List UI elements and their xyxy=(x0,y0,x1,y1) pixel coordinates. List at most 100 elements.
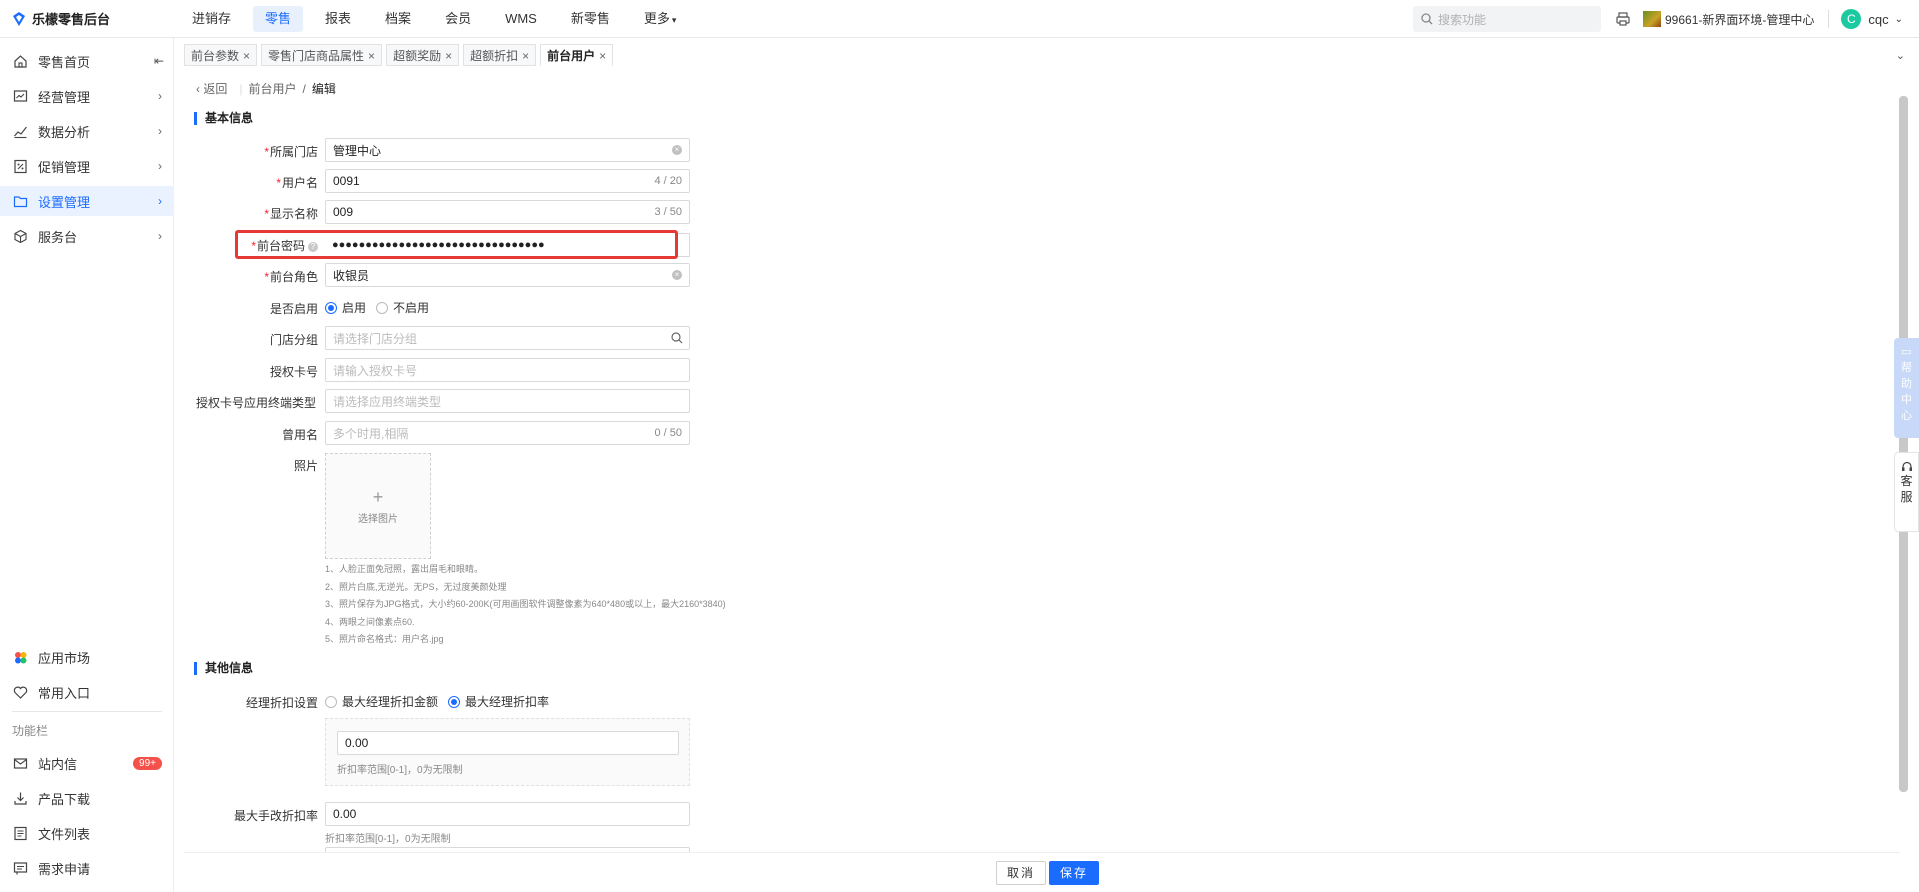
cancel-button[interactable]: 取消 xyxy=(996,861,1047,885)
sidebar-item-label: 服务台 xyxy=(38,229,78,245)
topnav-member[interactable]: 会员 xyxy=(433,6,483,32)
breadcrumb-parent[interactable]: 前台用户 xyxy=(248,80,296,97)
max-amount-option[interactable]: 最大经理折扣金额 xyxy=(325,693,438,710)
chevron-down-icon[interactable]: ⌄ xyxy=(1896,49,1905,62)
sidebar-item-label: 零售首页 xyxy=(38,54,91,70)
sidebar-item-favorites[interactable]: 常用入口 xyxy=(0,677,174,707)
tab-store-product-attr[interactable]: 零售门店商品属性 × xyxy=(261,44,383,66)
card-number-input[interactable]: 请输入授权卡号 xyxy=(325,358,690,382)
scrollbar[interactable] xyxy=(1899,96,1908,792)
tab-excess-discount[interactable]: 超额折扣 × xyxy=(463,44,537,66)
enabled-on-option[interactable]: 启用 xyxy=(325,299,366,316)
store-group-select[interactable]: 请选择门店分组 xyxy=(325,326,690,350)
card-placeholder: 请输入授权卡号 xyxy=(333,363,418,378)
sidebar-item-file-list[interactable]: 文件列表 xyxy=(0,818,174,848)
app-logo[interactable]: 乐檬零售后台 xyxy=(0,9,180,28)
sidebar-item-label: 文件列表 xyxy=(38,826,91,842)
close-icon[interactable]: × xyxy=(522,49,529,63)
close-icon[interactable]: × xyxy=(599,49,606,63)
close-icon[interactable]: × xyxy=(445,49,452,63)
clear-icon[interactable]: × xyxy=(672,270,682,280)
topnav-more[interactable]: 更多 ▾ xyxy=(632,6,689,32)
back-link[interactable]: ‹ 返回 xyxy=(196,80,233,97)
page-tabs: 前台参数 × 零售门店商品属性 × 超额奖励 × 超额折扣 × 前台用户 × xyxy=(184,44,617,68)
manual-discount-value: 0.00 xyxy=(333,807,357,821)
photo-upload[interactable]: + 选择图片 xyxy=(325,453,431,559)
required-mark: * xyxy=(264,207,269,221)
clear-icon[interactable]: × xyxy=(672,145,682,155)
tab-label: 前台参数 xyxy=(191,49,240,63)
enabled-on-label: 启用 xyxy=(342,301,367,315)
sidebar-item-messages[interactable]: 站内信 99+ xyxy=(0,748,174,778)
enabled-off-label: 不启用 xyxy=(393,301,430,315)
breadcrumb-current: 编辑 xyxy=(311,82,336,96)
file-list-icon xyxy=(12,825,28,841)
manager-rate-input[interactable]: 0.00 xyxy=(337,731,679,755)
footer-actions: 取消 保存 xyxy=(184,852,1900,892)
collapse-sidebar-icon[interactable]: ⇤ xyxy=(154,54,164,68)
divider: | xyxy=(239,81,243,96)
sidebar-item-label: 促销管理 xyxy=(38,159,91,175)
function-search-input[interactable]: 搜索功能 xyxy=(1413,6,1601,32)
edit-form: ‹ 返回 | 前台用户 / 编辑 基本信息 *所属门店 管理中心 × *用户名 0… xyxy=(184,70,1900,853)
breadcrumb-sep: / xyxy=(302,81,306,96)
sidebar-item-operation[interactable]: 经营管理 › xyxy=(0,81,174,111)
username-input[interactable]: 0091 4 / 20 xyxy=(325,169,690,193)
enabled-off-option[interactable]: 不启用 xyxy=(376,299,429,316)
sidebar-item-request[interactable]: 需求申请 xyxy=(0,853,174,883)
photo-note: 3、照片保存为JPG格式，大小约60-200K(可用画图软件调整像素为640*4… xyxy=(325,599,726,609)
section-title-basic: 基本信息 xyxy=(194,112,253,125)
display-name-input[interactable]: 009 3 / 50 xyxy=(325,200,690,224)
chevron-right-icon: › xyxy=(158,159,162,173)
save-button[interactable]: 保存 xyxy=(1049,861,1100,885)
topnav-wms[interactable]: WMS xyxy=(493,6,549,32)
sidebar-item-settings[interactable]: 设置管理 › xyxy=(0,186,174,216)
store-select[interactable]: 管理中心 × xyxy=(325,138,690,162)
radio-unchecked[interactable] xyxy=(376,301,389,314)
manual-discount-hint: 折扣率范围[0-1]，0为无限制 xyxy=(325,834,451,845)
sidebar-item-service-desk[interactable]: 服务台 › xyxy=(0,221,174,251)
search-icon[interactable] xyxy=(671,332,683,344)
sidebar-item-retail-home[interactable]: 零售首页 ⇤ xyxy=(0,46,174,76)
tab-frontend-params[interactable]: 前台参数 × xyxy=(184,44,258,66)
sidebar-item-product-download[interactable]: 产品下载 xyxy=(0,783,174,813)
divider xyxy=(1828,10,1830,28)
topnav-jinxiaocun[interactable]: 进销存 xyxy=(180,6,243,32)
topnav-retail[interactable]: 零售 xyxy=(253,5,304,32)
sidebar-item-promotion[interactable]: 促销管理 › xyxy=(0,151,174,181)
manager-rate-box: 0.00 折扣率范围[0-1]，0为无限制 xyxy=(325,718,690,786)
required-mark: * xyxy=(264,270,269,284)
tab-label: 零售门店商品属性 xyxy=(268,49,365,63)
manual-discount-input[interactable]: 0.00 xyxy=(325,802,690,826)
user-menu[interactable]: C cqc ⌄ xyxy=(1841,9,1903,29)
topnav-archive[interactable]: 档案 xyxy=(373,6,423,32)
topnav-new-retail[interactable]: 新零售 xyxy=(559,6,622,32)
alias-input[interactable]: 多个时用,相隔 0 / 50 xyxy=(325,421,690,445)
radio-checked[interactable] xyxy=(325,301,337,314)
help-center-button[interactable]: ▭ 帮 助 中 心 xyxy=(1894,338,1919,438)
card-terminal-type-select[interactable]: 请选择应用终端类型 xyxy=(325,389,690,413)
password-field-edge xyxy=(678,233,690,257)
photo-note: 5、照片命名格式：用户名.jpg xyxy=(325,634,444,644)
role-select[interactable]: 收银员 × xyxy=(325,263,690,287)
max-rate-option[interactable]: 最大经理折扣率 xyxy=(448,693,549,710)
customer-service-button[interactable]: 客 服 xyxy=(1894,452,1919,532)
sidebar-item-data-analysis[interactable]: 数据分析 › xyxy=(0,116,174,146)
tab-label: 超额奖励 xyxy=(393,49,442,63)
topnav-report[interactable]: 报表 xyxy=(313,6,363,32)
help-char: 心 xyxy=(1901,410,1912,422)
unread-badge: 99+ xyxy=(133,756,162,770)
card-terminal-type-label: 授权卡号应用终端类型 xyxy=(195,396,316,410)
close-icon[interactable]: × xyxy=(368,49,375,63)
photo-note: 1、人脸正面免冠照，露出眉毛和眼睛。 xyxy=(325,564,484,574)
radio-unchecked[interactable] xyxy=(325,695,337,708)
role-label-text: 前台角色 xyxy=(269,270,318,284)
sidebar-item-app-market[interactable]: 应用市场 xyxy=(0,642,174,672)
tab-frontend-user[interactable]: 前台用户 × xyxy=(540,44,614,66)
logo-icon xyxy=(13,11,25,26)
close-icon[interactable]: × xyxy=(243,49,250,63)
store-switcher[interactable]: 99661-新界面环境-管理中心 xyxy=(1643,11,1814,28)
printer-icon[interactable] xyxy=(1615,11,1631,27)
tab-excess-reward[interactable]: 超额奖励 × xyxy=(386,44,460,66)
radio-checked[interactable] xyxy=(448,695,461,708)
